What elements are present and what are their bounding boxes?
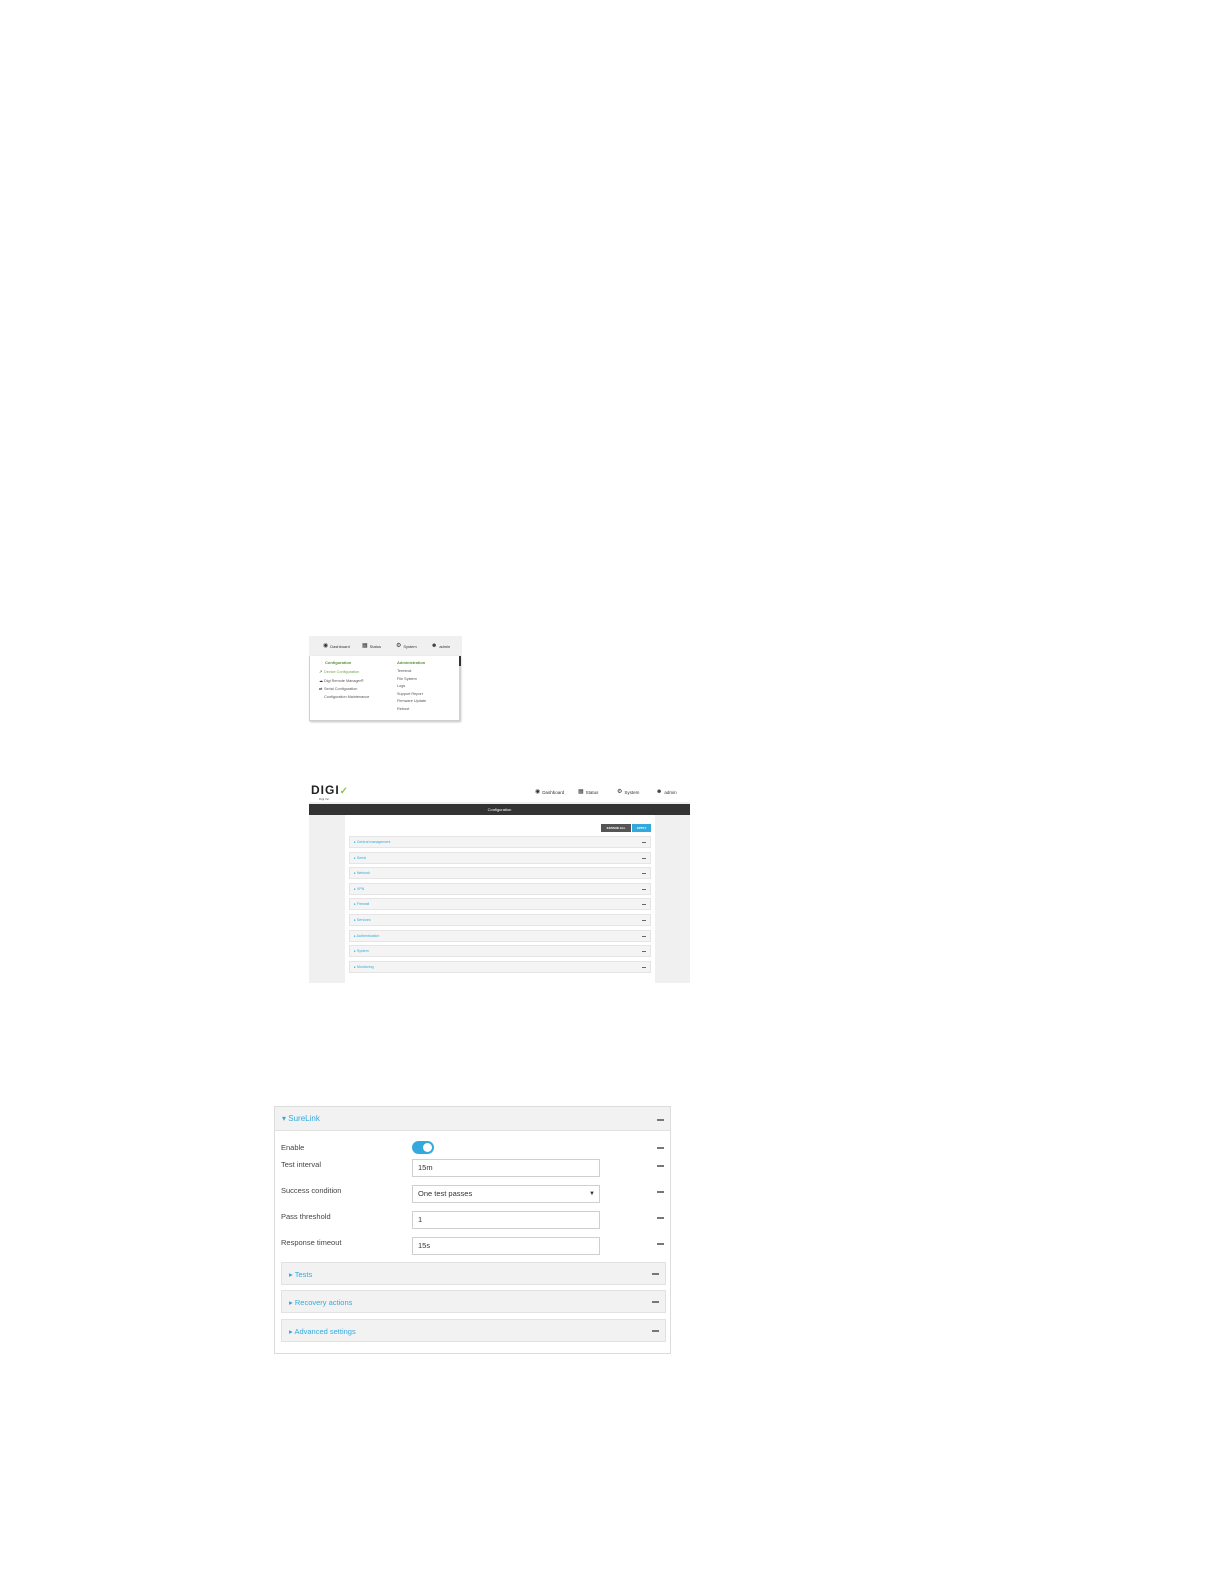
success-condition-reset-icon[interactable] xyxy=(657,1191,664,1193)
menu-item-reboot[interactable]: Reboot xyxy=(397,707,426,712)
administration-list: Terminal File System Logs Support Report… xyxy=(397,669,426,712)
success-condition-label: Success condition xyxy=(281,1186,342,1195)
enable-label: Enable xyxy=(281,1143,305,1152)
top-nav-bar: ◉ Dashboard ▦ Status ⚙ System ☻ admin xyxy=(309,636,462,656)
section-serial[interactable]: ▸ Serial xyxy=(349,851,651,864)
expand-all-button[interactable]: EXPAND ALL xyxy=(601,824,631,832)
app-header: DIGI✓ Digi Inc. ◉ Dashboard ▦ Status ⚙ S… xyxy=(309,781,690,802)
section-vpn[interactable]: ▸ VPN xyxy=(349,882,651,895)
test-interval-label: Test interval xyxy=(281,1160,322,1169)
response-timeout-label: Response timeout xyxy=(281,1238,342,1247)
nav-user[interactable]: ☻ admin xyxy=(656,789,677,795)
user-icon: ☻ xyxy=(656,789,663,795)
toggle-knob xyxy=(423,1143,432,1152)
collapse-icon xyxy=(652,1273,659,1275)
menu-item-device-configuration[interactable]: ↗ Device Configuration xyxy=(319,669,369,675)
status-grid-icon: ▦ xyxy=(362,643,368,649)
page-title: Configuration xyxy=(309,804,690,815)
test-interval-reset-icon[interactable] xyxy=(657,1165,664,1167)
chevron-down-icon: ▼ xyxy=(589,1191,595,1197)
apply-button[interactable]: APPLY xyxy=(632,824,651,832)
configuration-heading: Configuration xyxy=(325,660,352,665)
system-dropdown: Configuration ↗ Device Configuration ☁Dig… xyxy=(309,656,461,721)
logo-check-icon: ✓ xyxy=(339,786,350,797)
subsection-advanced-settings[interactable]: ▸ Advanced settings xyxy=(281,1319,666,1342)
pass-threshold-label: Pass threshold xyxy=(281,1212,331,1221)
collapse-icon xyxy=(642,873,646,875)
pass-threshold-reset-icon[interactable] xyxy=(657,1217,664,1219)
collapse-icon xyxy=(642,842,646,843)
menu-item-terminal[interactable]: Terminal xyxy=(397,669,426,674)
nav-dashboard[interactable]: ◉ Dashboard xyxy=(535,789,564,795)
gear-icon: ⚙ xyxy=(617,789,623,795)
section-monitoring[interactable]: ▸ Monitoring xyxy=(349,960,651,973)
dashboard-icon: ◉ xyxy=(323,643,329,649)
test-interval-input[interactable]: 15m xyxy=(412,1159,600,1177)
section-system[interactable]: ▸ System xyxy=(349,945,651,958)
response-timeout-reset-icon[interactable] xyxy=(657,1243,664,1245)
menu-item-serial-configuration[interactable]: ⇄ Serial Configuration xyxy=(319,686,369,692)
section-central-management[interactable]: ▸ Central management xyxy=(349,836,651,848)
collapse-icon xyxy=(652,1330,659,1332)
section-list: ▸ Central management ▸ Serial ▸ Network … xyxy=(349,836,651,976)
collapse-icon[interactable] xyxy=(657,1119,664,1121)
collapse-icon xyxy=(642,904,646,906)
surelink-title: SureLink xyxy=(288,1114,320,1123)
menu-item-firmware-update[interactable]: Firmware Update xyxy=(397,699,426,704)
pass-threshold-input[interactable]: 1 xyxy=(412,1211,600,1229)
nav-user[interactable]: ☻ admin xyxy=(431,643,450,649)
nav-system[interactable]: ⚙ System xyxy=(617,789,639,795)
system-dropdown-screenshot: ◉ Dashboard ▦ Status ⚙ System ☻ admin Co… xyxy=(309,636,462,721)
collapse-icon xyxy=(642,919,646,921)
nav-status[interactable]: ▦ Status xyxy=(578,789,598,795)
gear-icon: ⚙ xyxy=(396,643,402,649)
nav-dashboard[interactable]: ◉ Dashboard xyxy=(323,643,350,649)
collapse-icon xyxy=(642,888,646,890)
collapse-icon xyxy=(652,1301,659,1303)
success-condition-select[interactable]: One test passes ▼ xyxy=(412,1185,600,1203)
user-icon: ☻ xyxy=(431,643,438,649)
logo-subtitle: Digi Inc. xyxy=(319,797,330,801)
configuration-list: ↗ Device Configuration ☁Digi Remote Manag… xyxy=(319,669,369,700)
menu-item-file-system[interactable]: File System xyxy=(397,677,426,682)
subsection-tests[interactable]: ▸ Tests xyxy=(281,1262,666,1285)
collapse-icon xyxy=(642,951,646,953)
enable-toggle[interactable] xyxy=(412,1141,434,1154)
collapse-icon xyxy=(642,857,646,859)
nav-status[interactable]: ▦ Status xyxy=(362,643,381,649)
digi-logo: DIGI✓ xyxy=(311,783,350,797)
administration-heading: Administration xyxy=(397,660,426,665)
section-network[interactable]: ▸ Network xyxy=(349,867,651,880)
configuration-panel: EXPAND ALL APPLY ▸ Central management ▸ … xyxy=(345,815,655,983)
nav-system[interactable]: ⚙ System xyxy=(396,643,417,649)
configuration-page-screenshot: DIGI✓ Digi Inc. ◉ Dashboard ▦ Status ⚙ S… xyxy=(309,781,690,983)
enable-reset-icon[interactable] xyxy=(657,1147,664,1149)
status-grid-icon: ▦ xyxy=(578,789,584,795)
subsection-recovery-actions[interactable]: ▸ Recovery actions xyxy=(281,1290,666,1313)
surelink-screenshot: ▾ SureLink Enable Test interval 15m Succ… xyxy=(274,1106,671,1354)
menu-item-configuration-maintenance[interactable]: Configuration Maintenance xyxy=(319,695,369,700)
dashboard-icon: ◉ xyxy=(535,789,541,795)
menu-item-logs[interactable]: Logs xyxy=(397,684,426,689)
surelink-header[interactable]: ▾ SureLink xyxy=(275,1107,670,1131)
response-timeout-input[interactable]: 15s xyxy=(412,1237,600,1255)
menu-item-support-report[interactable]: Support Report xyxy=(397,692,426,697)
menu-item-remote-manager[interactable]: ☁Digi Remote Manager® xyxy=(319,678,369,684)
section-firewall[interactable]: ▸ Firewall xyxy=(349,898,651,911)
dropdown-edge xyxy=(459,656,461,666)
section-authentication[interactable]: ▸ Authentication xyxy=(349,929,651,942)
collapse-icon xyxy=(642,966,646,968)
collapse-icon xyxy=(642,935,646,937)
section-services[interactable]: ▸ Services xyxy=(349,913,651,926)
